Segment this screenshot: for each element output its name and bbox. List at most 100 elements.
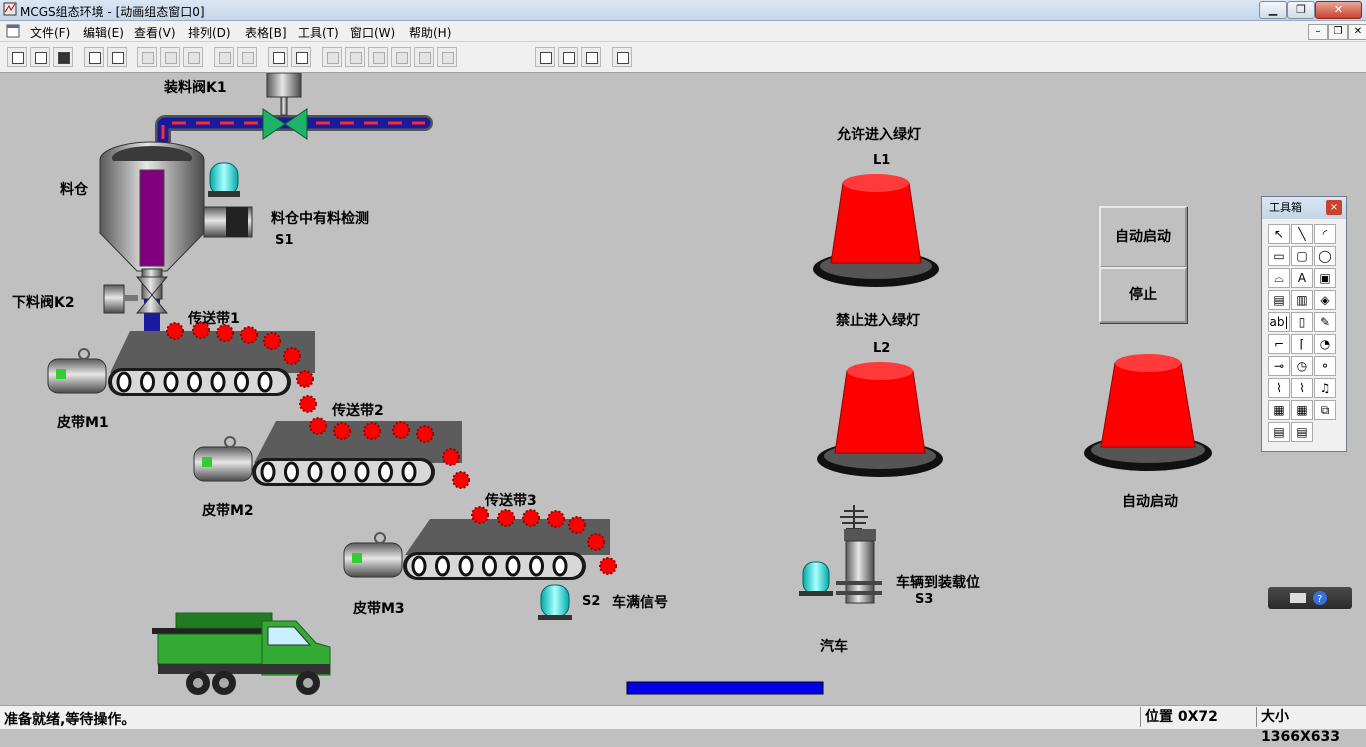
- maximize-button[interactable]: ❐: [1287, 1, 1315, 19]
- order-icon[interactable]: [581, 47, 601, 67]
- truck-position-sensor-s3[interactable]: [799, 505, 882, 604]
- redo-icon[interactable]: [237, 47, 257, 67]
- truck-full-sensor-s2[interactable]: [538, 584, 572, 620]
- new-window-icon[interactable]: [7, 47, 27, 67]
- auto-start-button[interactable]: 自动启动: [1099, 206, 1187, 268]
- toolbox-tool-icon[interactable]: ◈: [1314, 290, 1336, 310]
- toolbox-tool-icon[interactable]: ▦: [1268, 400, 1290, 420]
- toolbox-tool-icon[interactable]: ♫: [1314, 378, 1336, 398]
- discharge-valve-k2[interactable]: [103, 276, 169, 335]
- toolbox-tool-icon[interactable]: ▯: [1291, 312, 1313, 332]
- document-icon[interactable]: [6, 24, 20, 38]
- toolbox-tool-icon[interactable]: A: [1291, 268, 1313, 288]
- save-icon[interactable]: [53, 47, 73, 67]
- paste-icon[interactable]: [183, 47, 203, 67]
- lamp-auto-start[interactable]: [1084, 354, 1212, 471]
- open-icon[interactable]: [30, 47, 50, 67]
- toolbox-tool-icon[interactable]: ◜: [1314, 224, 1336, 244]
- silo-label: 料仓: [60, 182, 88, 198]
- toolbox-tool-icon[interactable]: ╲: [1291, 224, 1313, 244]
- belt-roller: [187, 371, 202, 393]
- line-type-icon[interactable]: [414, 47, 434, 67]
- menu-arrange[interactable]: 排列(D): [188, 24, 231, 41]
- copy-icon[interactable]: [160, 47, 180, 67]
- l2-label: L2: [873, 341, 891, 356]
- toolbox-tool-icon[interactable]: ⌐: [1268, 334, 1290, 354]
- menu-tools[interactable]: 工具(T): [298, 24, 339, 41]
- status-message: 准备就绪,等待操作。: [4, 712, 136, 728]
- mdi-restore-button[interactable]: ❐: [1328, 24, 1348, 40]
- lamp-l2[interactable]: [817, 362, 943, 477]
- toolbox-tool-icon[interactable]: ◔: [1314, 334, 1336, 354]
- toolbox-tool-icon[interactable]: ▣: [1314, 268, 1336, 288]
- fill-color-icon[interactable]: [322, 47, 342, 67]
- toolbox-tool-icon[interactable]: ↖: [1268, 224, 1290, 244]
- silo-sensor-s1[interactable]: [203, 162, 253, 238]
- line-width-icon[interactable]: [437, 47, 457, 67]
- menu-file[interactable]: 文件(F): [30, 24, 70, 41]
- line-color-icon[interactable]: [345, 47, 365, 67]
- menu-window[interactable]: 窗口(W): [350, 24, 395, 41]
- feed-valve-label: 装料阀K1: [164, 80, 227, 96]
- toolbox-tool-icon[interactable]: ▢: [1291, 246, 1313, 266]
- close-button[interactable]: ✕: [1315, 1, 1362, 19]
- mdi-minimize-button[interactable]: –: [1308, 24, 1328, 40]
- menu-table[interactable]: 表格[B]: [245, 24, 287, 41]
- belt-roller: [401, 461, 417, 483]
- silo-sensor-label: 料仓中有料检测: [271, 211, 369, 227]
- toolbox-close-icon[interactable]: ×: [1326, 200, 1342, 215]
- animation-canvas[interactable]: 装料阀K1 料仓 料仓中有料检测 S1 下料阀K2 传送带1 传送带2 传送带3…: [0, 73, 1366, 704]
- toolbox-tool-icon[interactable]: ab|: [1268, 312, 1290, 332]
- window-title: MCGS组态环境 - [动画组态窗口0]: [20, 5, 205, 19]
- print-icon[interactable]: [84, 47, 104, 67]
- belt-roller: [331, 461, 346, 483]
- toolbox-tool-icon[interactable]: ▥: [1291, 290, 1313, 310]
- material-particle: [522, 509, 540, 527]
- toolbox-tool-icon[interactable]: ⌇: [1291, 378, 1313, 398]
- toolbox-tool-icon[interactable]: ⌓: [1268, 268, 1290, 288]
- dump-truck[interactable]: [152, 612, 331, 695]
- motor-m2[interactable]: [193, 436, 253, 482]
- toolbox-tool-icon[interactable]: ⌈: [1291, 334, 1313, 354]
- toolbox-tool-icon[interactable]: ▤: [1268, 290, 1290, 310]
- toolbox-tool-icon[interactable]: ▤: [1291, 422, 1313, 442]
- menu-view[interactable]: 查看(V): [134, 24, 176, 41]
- material-particle: [166, 322, 184, 340]
- toolbox-tool-icon[interactable]: ◷: [1291, 356, 1313, 376]
- undo-icon[interactable]: [214, 47, 234, 67]
- belt-roller: [116, 371, 132, 393]
- toolbox-icon[interactable]: [268, 47, 288, 67]
- material-particle: [587, 533, 605, 551]
- lamp-l1[interactable]: [813, 174, 939, 287]
- motor-m1[interactable]: [47, 348, 107, 394]
- material-particle: [497, 509, 515, 527]
- properties-icon[interactable]: [535, 47, 555, 67]
- mdi-close-button[interactable]: ✕: [1348, 24, 1366, 40]
- belt-roller: [552, 555, 568, 577]
- check-icon[interactable]: [558, 47, 578, 67]
- stop-button[interactable]: 停止: [1099, 267, 1187, 323]
- belt-roller: [378, 461, 393, 483]
- menu-edit[interactable]: 编辑(E): [83, 24, 124, 41]
- toolbox-tool-icon[interactable]: ⚬: [1314, 356, 1336, 376]
- material-particle: [392, 421, 410, 439]
- silo: [99, 141, 205, 300]
- toolbox-tool-icon[interactable]: ▦: [1291, 400, 1313, 420]
- toolbox-tool-icon[interactable]: ▭: [1268, 246, 1290, 266]
- toolbox-tool-icon[interactable]: ⧉: [1314, 400, 1336, 420]
- toolbox-tool-icon[interactable]: ⊸: [1268, 356, 1290, 376]
- print-preview-icon[interactable]: [107, 47, 127, 67]
- menu-help[interactable]: 帮助(H): [409, 24, 451, 41]
- font-icon[interactable]: [391, 47, 411, 67]
- help-icon[interactable]: [612, 47, 632, 67]
- toolbox-tool-icon[interactable]: ◯: [1314, 246, 1336, 266]
- input-method-bar[interactable]: ?: [1268, 587, 1352, 609]
- layer-icon[interactable]: [291, 47, 311, 67]
- toolbox-tool-icon[interactable]: ⌇: [1268, 378, 1290, 398]
- cut-icon[interactable]: [137, 47, 157, 67]
- toolbox-tool-icon[interactable]: ▤: [1268, 422, 1290, 442]
- minimize-button[interactable]: ▁: [1259, 1, 1287, 19]
- font-color-icon[interactable]: [368, 47, 388, 67]
- toolbox-tool-icon[interactable]: ✎: [1314, 312, 1336, 332]
- motor-m3[interactable]: [343, 532, 403, 578]
